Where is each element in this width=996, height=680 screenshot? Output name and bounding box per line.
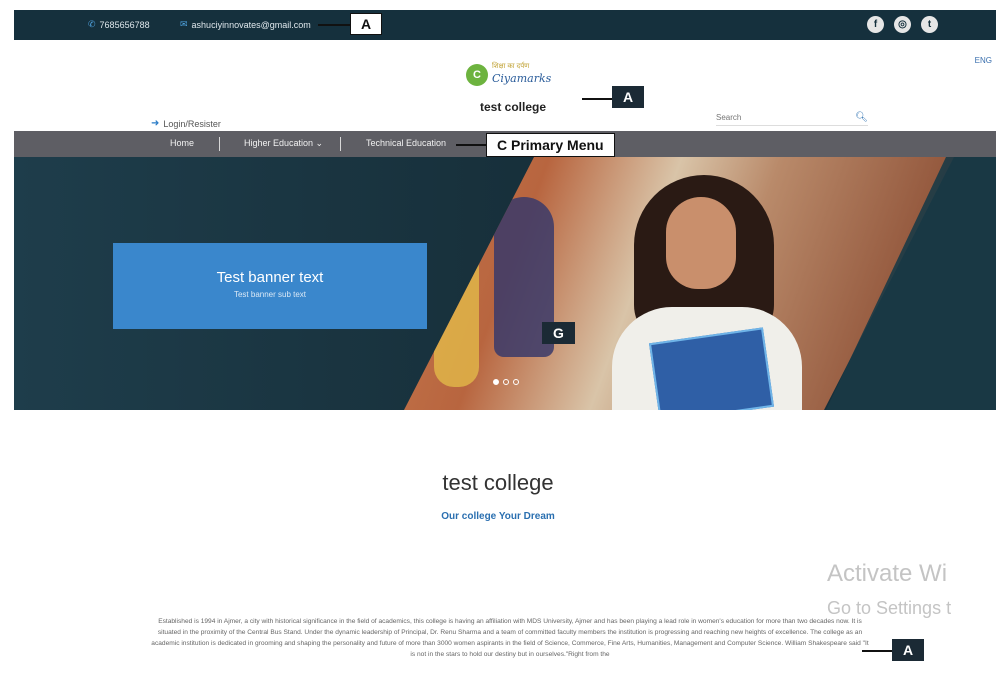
- about-paragraph: Established is 1994 in Ajmer, a city wit…: [151, 618, 869, 658]
- search-box: 🔍︎: [716, 110, 868, 126]
- logo-brand: Ciyamarks: [492, 72, 552, 85]
- login-register-link[interactable]: ➜ Login/Resister: [151, 118, 221, 129]
- annotation-callout-email: A: [350, 13, 383, 35]
- annotation-callout-banner: G: [542, 322, 575, 344]
- banner-subtitle: Test banner sub text: [233, 290, 307, 299]
- email-icon: ✉: [180, 19, 188, 29]
- slider-dot[interactable]: [493, 379, 499, 385]
- phone-contact[interactable]: ✆ 7685656788: [88, 19, 150, 30]
- photo-student-face: [666, 197, 736, 289]
- facebook-icon[interactable]: f: [867, 16, 884, 33]
- photo-folder: [648, 327, 775, 410]
- phone-number: 7685656788: [99, 19, 150, 30]
- activation-watermark: Activate Wi: [827, 560, 948, 587]
- instagram-icon[interactable]: ◎: [894, 16, 911, 33]
- email-address: ashuciyinnovates@gmail.com: [191, 19, 311, 30]
- page-tagline: Our college Your Dream: [441, 511, 555, 522]
- banner-title: Test banner text: [216, 269, 324, 286]
- slider-dots: [493, 379, 519, 385]
- menu-item-technical-education[interactable]: Technical Education: [366, 138, 446, 148]
- callout-leader: [862, 650, 892, 652]
- social-links: f ◎ t: [867, 16, 938, 33]
- menu-divider: [340, 137, 341, 151]
- email-contact[interactable]: ✉ ashuciyinnovates@gmail.com: [180, 19, 311, 30]
- callout-leader: [318, 24, 350, 26]
- annotation-callout-about: A: [892, 639, 925, 661]
- language-switch[interactable]: ENG: [975, 56, 992, 65]
- search-icon[interactable]: 🔍︎: [855, 112, 868, 123]
- annotation-callout-logo: A: [612, 86, 645, 108]
- top-bar: ✆ 7685656788 ✉ ashuciyinnovates@gmail.co…: [14, 10, 996, 40]
- login-label: Login/Resister: [163, 118, 221, 129]
- menu-item-higher-education[interactable]: Higher Education ⌄: [244, 138, 323, 149]
- twitter-icon[interactable]: t: [921, 16, 938, 33]
- page-title: test college: [442, 470, 554, 495]
- slider-dot[interactable]: [513, 379, 519, 385]
- menu-item-home[interactable]: Home: [170, 138, 194, 148]
- login-icon: ➜: [151, 118, 160, 129]
- site-logo[interactable]: C शिक्षा का दर्पण Ciyamarks: [466, 60, 556, 96]
- callout-leader: [582, 98, 612, 100]
- banner-text-box: Test banner text Test banner sub text: [113, 243, 427, 329]
- site-name: test college: [480, 100, 547, 114]
- logo-script: शिक्षा का दर्पण: [492, 63, 530, 70]
- callout-leader: [456, 144, 486, 146]
- phone-icon: ✆: [88, 19, 96, 29]
- hero-banner: Test banner text Test banner sub text: [14, 157, 996, 410]
- search-input[interactable]: [716, 113, 836, 122]
- logo-mark-icon: C: [466, 64, 488, 86]
- menu-divider: [219, 137, 220, 151]
- slider-dot[interactable]: [503, 379, 509, 385]
- annotation-callout-menu: C Primary Menu: [486, 133, 615, 157]
